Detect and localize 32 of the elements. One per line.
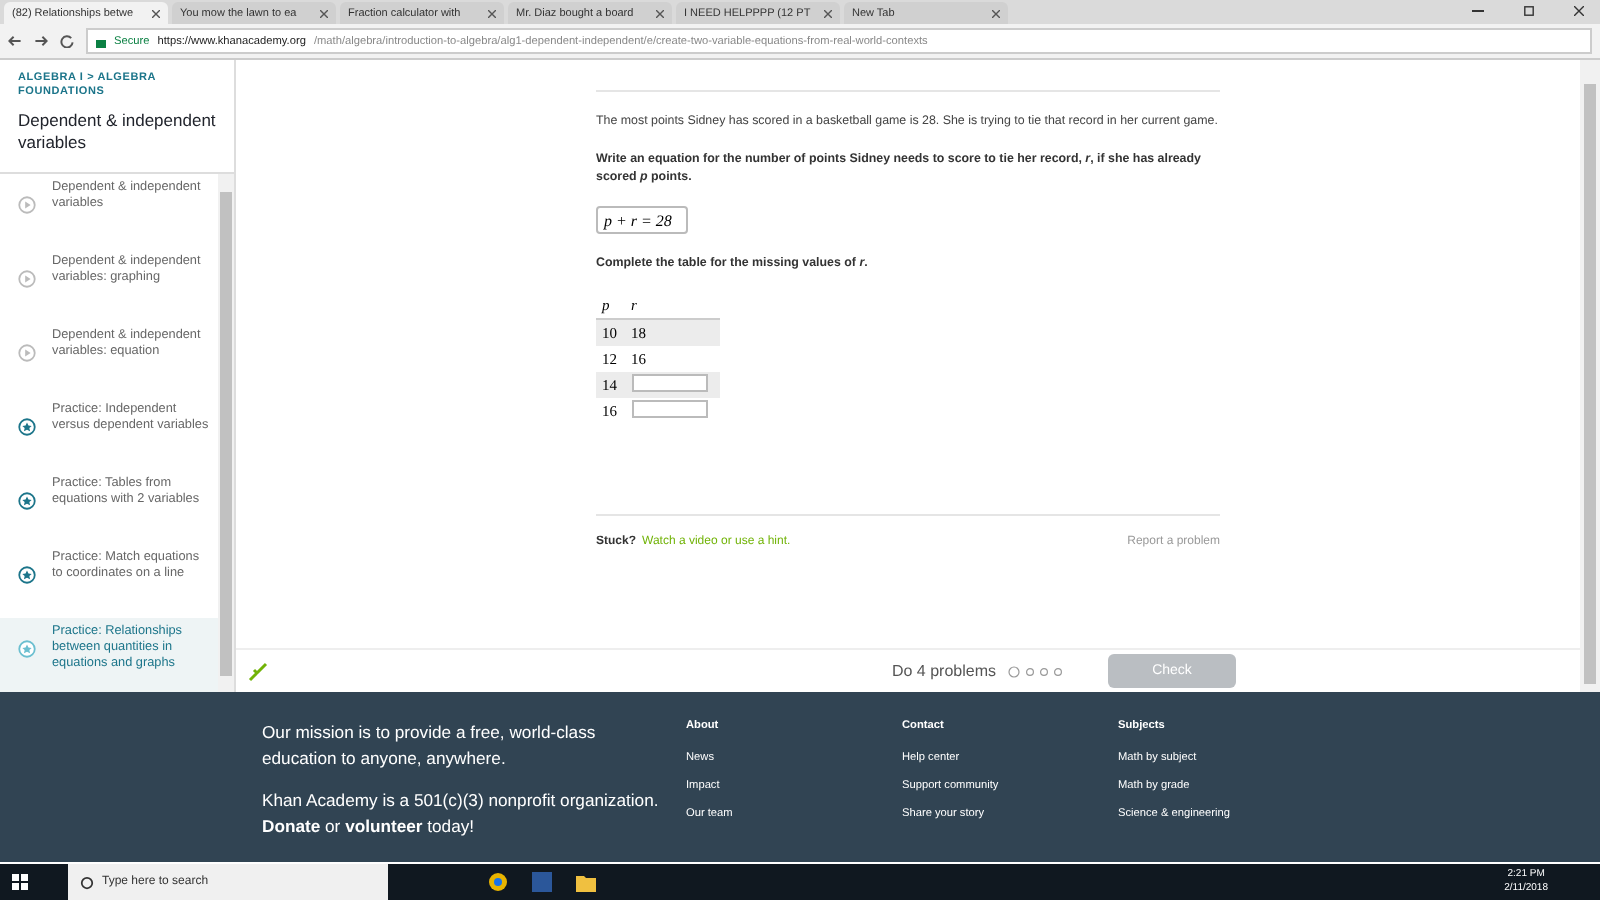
- close-icon[interactable]: [656, 9, 664, 17]
- back-icon[interactable]: [8, 34, 22, 48]
- mission-text: Our mission is to provide a free, world-class education to anyone, anywhere.: [262, 720, 598, 772]
- reload-icon[interactable]: [60, 34, 74, 48]
- close-icon[interactable]: [992, 9, 1000, 17]
- progress-dots-icon: [1008, 665, 1068, 677]
- scrollbar[interactable]: [218, 174, 234, 692]
- forward-icon[interactable]: [34, 34, 48, 48]
- play-icon: [18, 270, 36, 288]
- goal-text: Do 4 problems: [891, 662, 996, 680]
- input-field[interactable]: [631, 373, 708, 391]
- answer-field[interactable]: p + r = 28: [596, 206, 688, 234]
- star-icon: [18, 640, 36, 658]
- star-icon: [18, 566, 36, 584]
- close-icon[interactable]: [320, 9, 328, 17]
- circle-icon: [80, 875, 94, 889]
- scrollbar[interactable]: [1580, 60, 1600, 692]
- star-icon: [18, 492, 36, 510]
- folder-icon[interactable]: [576, 873, 596, 891]
- close-icon[interactable]: [152, 9, 160, 17]
- windows-icon[interactable]: [12, 874, 28, 890]
- sidebar-title: Dependent & independent variables: [18, 110, 216, 154]
- star-icon: [18, 418, 36, 436]
- close-icon[interactable]: [488, 9, 496, 17]
- browser-icon[interactable]: [488, 872, 508, 892]
- play-icon: [18, 196, 36, 214]
- maximize-icon[interactable]: [1524, 6, 1534, 16]
- input-field[interactable]: [631, 399, 708, 417]
- close-icon[interactable]: [1574, 6, 1584, 16]
- play-icon: [18, 344, 36, 362]
- close-icon[interactable]: [824, 9, 832, 17]
- nonprofit-text: Khan Academy is a 501(c)(3) nonprofit organization. Donate or volunteer today!: [262, 788, 661, 840]
